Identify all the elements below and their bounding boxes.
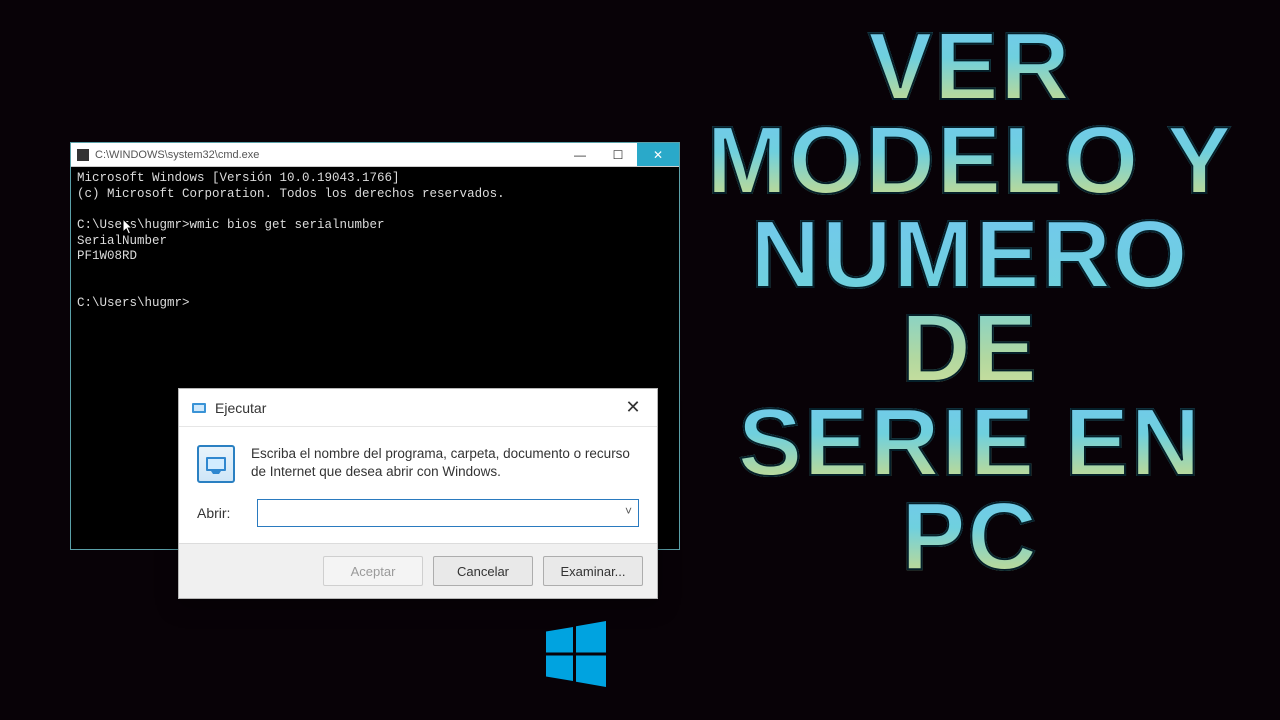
cancel-button[interactable]: Cancelar [433,556,533,586]
cmd-window-controls: — ☐ ✕ [561,143,679,166]
maximize-button[interactable]: ☐ [599,143,637,166]
cmd-line: PF1W08RD [77,249,137,263]
run-dialog[interactable]: Ejecutar ✕ Escriba el nombre del program… [178,388,658,599]
run-description: Escriba el nombre del programa, carpeta,… [251,445,639,483]
headline-line-5: PC [690,490,1250,584]
cmd-window-title: C:\WINDOWS\system32\cmd.exe [95,149,259,161]
cmd-line: C:\Users\hugmr> [77,296,190,310]
cmd-output[interactable]: Microsoft Windows [Versión 10.0.19043.17… [71,167,679,316]
cmd-system-icon [77,149,89,161]
cmd-line: C:\Users\hugmr>wmic bios get serialnumbe… [77,218,385,232]
headline-line-4: serie en [690,396,1250,490]
cmd-titlebar[interactable]: C:\WINDOWS\system32\cmd.exe — ☐ ✕ [71,143,679,167]
minimize-button[interactable]: — [561,143,599,166]
run-open-input[interactable]: ˅ [257,499,639,527]
headline-line-3: numero de [690,208,1250,396]
run-open-label: Abrir: [197,505,245,521]
headline: Ver modelo y numero de serie en PC [690,20,1250,584]
headline-line-2: modelo y [690,114,1250,208]
cmd-line: Microsoft Windows [Versión 10.0.19043.17… [77,171,400,185]
chevron-down-icon[interactable]: ˅ [625,504,632,518]
run-dialog-system-icon [191,400,207,416]
run-close-button[interactable]: ✕ [613,393,653,423]
run-dialog-icon [197,445,235,483]
headline-line-1: Ver [690,20,1250,114]
accept-button[interactable]: Aceptar [323,556,423,586]
cmd-line: (c) Microsoft Corporation. Todos los der… [77,187,505,201]
run-button-row: Aceptar Cancelar Examinar... [179,543,657,598]
run-dialog-title: Ejecutar [215,400,266,416]
close-button[interactable]: ✕ [637,143,679,166]
run-titlebar[interactable]: Ejecutar ✕ [179,389,657,427]
browse-button[interactable]: Examinar... [543,556,643,586]
windows-logo-icon [540,618,612,690]
cmd-line: SerialNumber [77,234,167,248]
